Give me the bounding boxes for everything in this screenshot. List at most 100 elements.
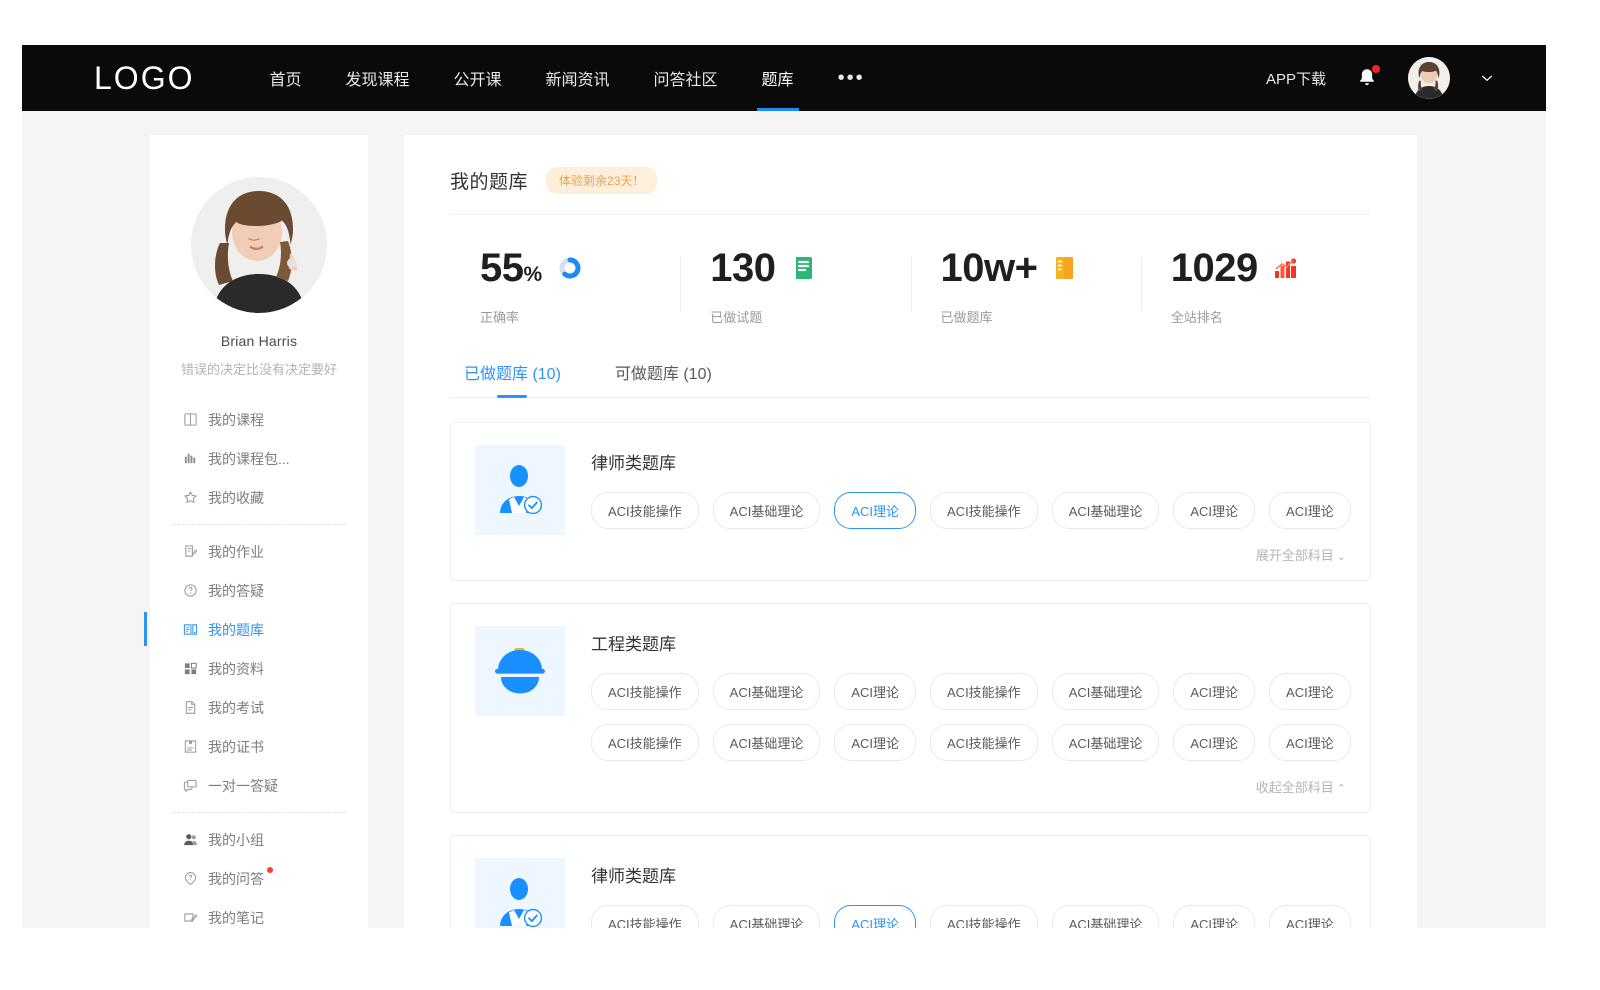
nav-item-discover-courses[interactable]: 发现课程 [345, 45, 409, 111]
profile-avatar[interactable] [191, 177, 327, 313]
main-nav-list: 首页 发现课程 公开课 新闻资讯 问答社区 题库 ••• [269, 45, 864, 111]
sidebar-item-label: 我的收藏 [208, 488, 264, 508]
subject-tag[interactable]: ACI基础理论 [713, 673, 821, 710]
sidebar-menu: 我的课程 我的课程包... 我的收藏 [150, 400, 368, 928]
profile-sidebar: Brian Harris 错误的决定比没有决定要好 我的课程 我的课程包... [150, 135, 368, 928]
subject-tag[interactable]: ACI技能操作 [930, 905, 1038, 928]
subject-tag[interactable]: ACI技能操作 [591, 905, 699, 928]
question-bank-card[interactable]: 律师类题库 ACI技能操作 ACI基础理论 ACI理论 ACI技能操作 ACI基… [450, 422, 1371, 581]
lawyer-avatar-icon [475, 445, 565, 535]
top-navigation-bar: LOGO 首页 发现课程 公开课 新闻资讯 问答社区 题库 ••• APP下载 [22, 45, 1546, 111]
book-icon [182, 412, 198, 428]
subject-tag[interactable]: ACI技能操作 [930, 724, 1038, 761]
nav-item-home[interactable]: 首页 [269, 45, 301, 111]
engineer-helmet-icon [475, 626, 565, 716]
sidebar-item-label: 我的资料 [208, 659, 264, 679]
trial-status-badge: 体验剩余23天！ [546, 167, 657, 194]
tab-available-banks[interactable]: 可做题库 (10) [615, 360, 712, 398]
stat-label: 全站排名 [1171, 307, 1371, 326]
sidebar-divider [172, 812, 346, 813]
homework-icon [182, 544, 198, 560]
subject-tag[interactable]: ACI理论 [834, 673, 916, 710]
card-title: 律师类题库 [591, 862, 1346, 887]
sidebar-item-my-exams[interactable]: 我的考试 [150, 688, 368, 727]
star-icon [182, 490, 198, 506]
app-download-link[interactable]: APP下载 [1266, 68, 1326, 89]
question-bank-card[interactable]: 工程类题库 ACI技能操作 ACI基础理论 ACI理论 ACI技能操作 ACI基… [450, 603, 1371, 813]
page-header: 我的题库 体验剩余23天！ [450, 167, 1371, 214]
collapse-all-subjects-link[interactable]: 收起全部科目⌃ [591, 775, 1346, 798]
subject-tag[interactable]: ACI技能操作 [930, 492, 1038, 529]
site-logo[interactable]: LOGO [94, 60, 194, 97]
top-nav-right-group: APP下载 [1266, 57, 1494, 99]
card-body: 律师类题库 ACI技能操作 ACI基础理论 ACI理论 ACI技能操作 ACI基… [591, 858, 1346, 928]
subject-tag[interactable]: ACI技能操作 [930, 673, 1038, 710]
lawyer-avatar-icon [475, 858, 565, 928]
stat-value: 10w+ [941, 248, 1038, 288]
sidebar-item-label: 我的问答 [208, 869, 264, 889]
subject-tag[interactable]: ACI理论 [1269, 724, 1351, 761]
sidebar-item-homework[interactable]: 我的作业 [150, 532, 368, 571]
group-icon [182, 832, 198, 848]
sidebar-item-my-courses[interactable]: 我的课程 [150, 400, 368, 439]
subject-tag[interactable]: ACI理论 [1173, 905, 1255, 928]
sidebar-item-answers[interactable]: 我的答疑 [150, 571, 368, 610]
subject-tag-row: ACI技能操作 ACI基础理论 ACI理论 ACI技能操作 ACI基础理论 AC… [591, 492, 1346, 529]
sidebar-item-label: 我的课程包... [208, 449, 290, 469]
content-tabs: 已做题库 (10) 可做题库 (10) [450, 342, 1371, 398]
subject-tag-selected[interactable]: ACI理论 [834, 905, 916, 928]
chevron-down-icon[interactable] [1480, 71, 1494, 85]
question-bank-card-list: 律师类题库 ACI技能操作 ACI基础理论 ACI理论 ACI技能操作 ACI基… [450, 398, 1371, 928]
sidebar-item-my-data[interactable]: 我的资料 [150, 649, 368, 688]
sidebar-item-label: 我的考试 [208, 698, 264, 718]
nav-item-news[interactable]: 新闻资讯 [546, 45, 610, 111]
nav-more-icon[interactable]: ••• [838, 45, 865, 111]
subject-tag[interactable]: ACI理论 [834, 724, 916, 761]
card-body: 律师类题库 ACI技能操作 ACI基础理论 ACI理论 ACI技能操作 ACI基… [591, 445, 1346, 566]
sidebar-item-my-qa[interactable]: 我的问答 [150, 859, 368, 898]
stat-label: 正确率 [480, 307, 680, 326]
subject-tag[interactable]: ACI技能操作 [591, 492, 699, 529]
profile-motto: 错误的决定比没有决定要好 [150, 359, 368, 378]
tab-completed-banks[interactable]: 已做题库 (10) [464, 360, 561, 398]
subject-tag[interactable]: ACI基础理论 [1052, 492, 1160, 529]
sidebar-item-certificates[interactable]: 我的证书 [150, 727, 368, 766]
nav-item-question-bank[interactable]: 题库 [762, 45, 794, 111]
question-circle-icon [182, 583, 198, 599]
subject-tag[interactable]: ACI技能操作 [591, 724, 699, 761]
chevron-down-icon: ⌄ [1337, 551, 1346, 563]
sidebar-item-favorites[interactable]: 我的收藏 [150, 478, 368, 517]
question-bank-card[interactable]: 律师类题库 ACI技能操作 ACI基础理论 ACI理论 ACI技能操作 ACI基… [450, 835, 1371, 928]
subject-tag[interactable]: ACI理论 [1269, 905, 1351, 928]
sidebar-item-course-packages[interactable]: 我的课程包... [150, 439, 368, 478]
sidebar-item-label: 我的答疑 [208, 581, 264, 601]
subject-tag[interactable]: ACI基础理论 [1052, 905, 1160, 928]
sidebar-item-my-notes[interactable]: 我的笔记 [150, 898, 368, 928]
subject-tag[interactable]: ACI基础理论 [713, 724, 821, 761]
yellow-book-icon [1053, 256, 1077, 280]
expand-all-subjects-link[interactable]: 展开全部科目⌄ [591, 543, 1346, 566]
stats-summary-row: 55% 正确率 130 [450, 215, 1371, 342]
subject-tag[interactable]: ACI基础理论 [713, 905, 821, 928]
subject-tag[interactable]: ACI理论 [1269, 492, 1351, 529]
subject-tag[interactable]: ACI基础理论 [713, 492, 821, 529]
subject-tag[interactable]: ACI基础理论 [1052, 673, 1160, 710]
rank-chart-icon [1274, 256, 1298, 280]
nav-item-open-class[interactable]: 公开课 [454, 45, 502, 111]
stat-value-row: 130 [710, 245, 910, 291]
browser-viewport: LOGO 首页 发现课程 公开课 新闻资讯 问答社区 题库 ••• APP下载 [22, 45, 1546, 928]
sidebar-item-question-bank[interactable]: 我的题库 [150, 610, 368, 649]
subject-tag[interactable]: ACI理论 [1173, 492, 1255, 529]
avatar[interactable] [1408, 57, 1450, 99]
nav-item-qa-community[interactable]: 问答社区 [654, 45, 718, 111]
subject-tag-selected[interactable]: ACI理论 [834, 492, 916, 529]
subject-tag[interactable]: ACI理论 [1269, 673, 1351, 710]
sidebar-item-one-on-one[interactable]: 一对一答疑 [150, 766, 368, 805]
sidebar-item-my-group[interactable]: 我的小组 [150, 820, 368, 859]
subject-tag[interactable]: ACI理论 [1173, 673, 1255, 710]
subject-tag[interactable]: ACI基础理论 [1052, 724, 1160, 761]
notification-bell-button[interactable] [1356, 66, 1378, 90]
subject-tag[interactable]: ACI技能操作 [591, 673, 699, 710]
subject-tag[interactable]: ACI理论 [1173, 724, 1255, 761]
profile-avatar-icon [191, 177, 327, 313]
